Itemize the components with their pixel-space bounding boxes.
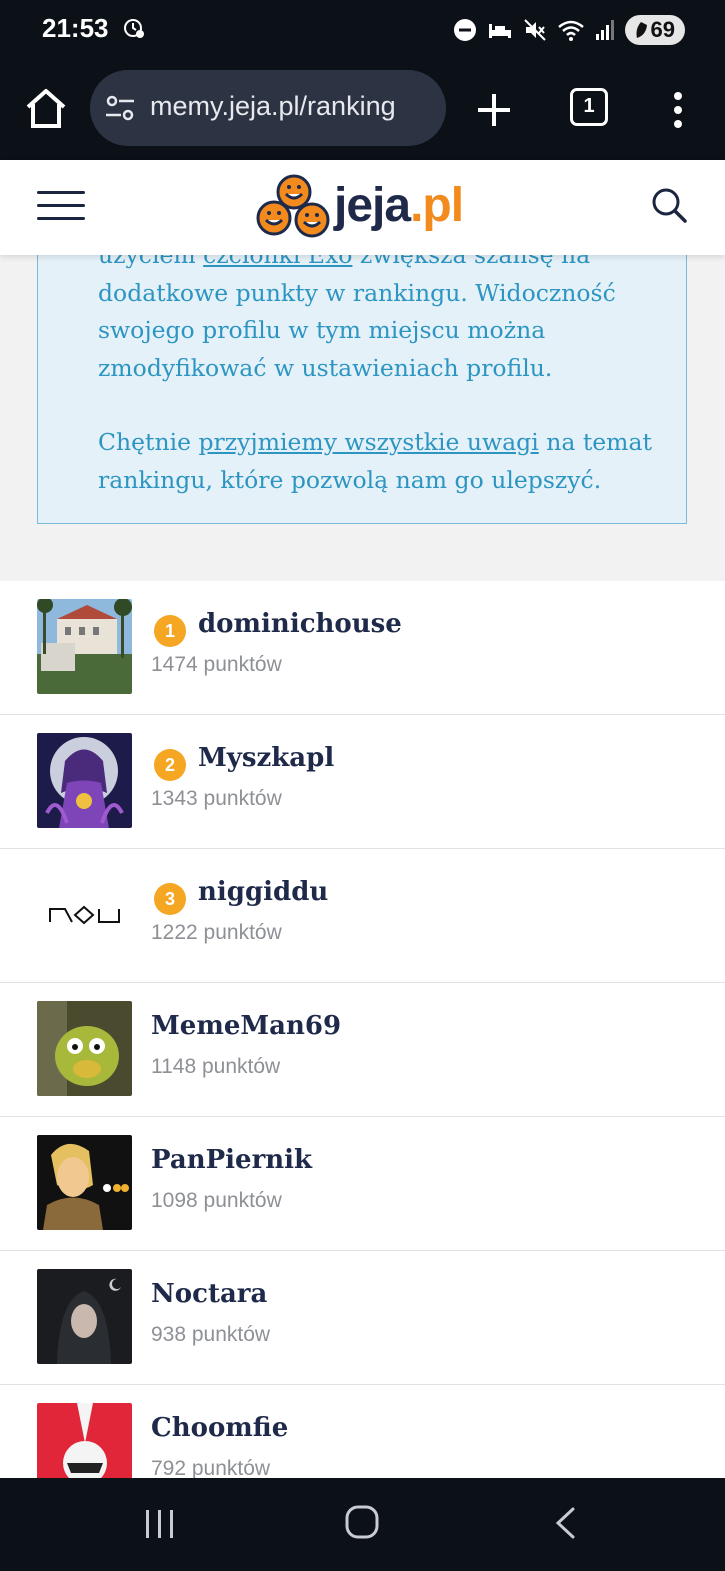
username-link[interactable]: PanPiernik bbox=[151, 1145, 312, 1175]
username-link[interactable]: dominichouse bbox=[198, 609, 402, 639]
ranking-row[interactable]: PanPiernik 1098 punktów bbox=[0, 1117, 725, 1251]
tab-switcher-button[interactable]: 1 bbox=[570, 88, 608, 126]
rank-badge: 1 bbox=[154, 615, 186, 647]
browser-toolbar: memy.jeja.pl/ranking 1 bbox=[0, 60, 725, 160]
avatar[interactable] bbox=[37, 867, 132, 962]
rank-badge: 2 bbox=[154, 749, 186, 781]
ranking-row[interactable]: Noctara 938 punktów bbox=[0, 1251, 725, 1385]
rank-badge: 3 bbox=[154, 883, 186, 915]
alarm-icon bbox=[124, 19, 144, 38]
hamburger-menu-icon[interactable] bbox=[37, 191, 85, 221]
ranking-row[interactable]: 1 dominichouse 1474 punktów bbox=[0, 581, 725, 715]
username-link[interactable]: MemeMan69 bbox=[151, 1011, 341, 1041]
new-tab-icon[interactable] bbox=[472, 88, 516, 132]
info-text: dodatkowe punkty w rankingu. Widoczność … bbox=[98, 278, 616, 382]
points-label: 1474 punktów bbox=[151, 653, 282, 676]
points-label: 1222 punktów bbox=[151, 921, 282, 944]
battery-level: 69 bbox=[650, 17, 675, 42]
feedback-paragraph: Chętnie przyjmiemy wszystkie uwagi na te… bbox=[98, 424, 678, 499]
mute-icon bbox=[523, 19, 546, 41]
avatar[interactable] bbox=[37, 1135, 132, 1230]
points-label: 1343 punktów bbox=[151, 787, 282, 810]
avatar[interactable] bbox=[37, 733, 132, 828]
back-icon[interactable] bbox=[553, 1506, 577, 1540]
feedback-link[interactable]: przyjmiemy wszystkie uwagi bbox=[199, 428, 539, 456]
ranking-list: 1 dominichouse 1474 punktów 2 Myszkapl 1… bbox=[0, 581, 725, 1519]
home-nav-icon[interactable] bbox=[344, 1504, 380, 1540]
avatar[interactable] bbox=[37, 1001, 132, 1096]
home-icon[interactable] bbox=[22, 85, 70, 133]
signal-icon bbox=[595, 20, 614, 40]
logo-text: jeja bbox=[334, 179, 411, 232]
username-link[interactable]: Noctara bbox=[151, 1279, 267, 1309]
dnd-icon bbox=[453, 19, 476, 41]
recent-apps-icon[interactable] bbox=[143, 1508, 177, 1540]
ranking-row[interactable]: 3 niggiddu 1222 punktów bbox=[0, 849, 725, 983]
site-header: jeja.pl bbox=[0, 160, 725, 255]
info-paragraph: użyciem czcionki Exo zwiększa szansę na … bbox=[98, 237, 678, 387]
ranking-row[interactable]: MemeMan69 1148 punktów bbox=[0, 983, 725, 1117]
username-link[interactable]: niggiddu bbox=[198, 877, 328, 907]
address-bar[interactable]: memy.jeja.pl/ranking bbox=[90, 70, 446, 146]
wifi-icon bbox=[557, 20, 584, 41]
search-icon[interactable] bbox=[650, 186, 688, 224]
points-label: 938 punktów bbox=[151, 1323, 271, 1346]
points-label: 1098 punktów bbox=[151, 1189, 282, 1212]
status-bar: 21:53 69 bbox=[0, 0, 725, 60]
more-menu-icon[interactable] bbox=[664, 88, 692, 132]
battery-icon: 69 bbox=[624, 15, 685, 45]
sleep-icon bbox=[488, 24, 511, 38]
info-text: Chętnie bbox=[98, 428, 199, 456]
clock: 21:53 bbox=[42, 13, 109, 43]
points-label: 1148 punktów bbox=[151, 1055, 281, 1078]
site-settings-icon[interactable] bbox=[104, 94, 136, 122]
avatar[interactable] bbox=[37, 599, 132, 694]
logo-faces-icon bbox=[256, 174, 330, 238]
username-link[interactable]: Choomfie bbox=[151, 1413, 288, 1443]
avatar[interactable] bbox=[37, 1269, 132, 1364]
system-navigation-bar bbox=[0, 1478, 725, 1571]
logo-text-domain: .pl bbox=[410, 179, 464, 232]
site-logo[interactable]: jeja.pl bbox=[256, 174, 471, 244]
ranking-row[interactable]: 2 Myszkapl 1343 punktów bbox=[0, 715, 725, 849]
url-text: memy.jeja.pl/ranking bbox=[150, 91, 396, 121]
username-link[interactable]: Myszkapl bbox=[198, 743, 334, 773]
